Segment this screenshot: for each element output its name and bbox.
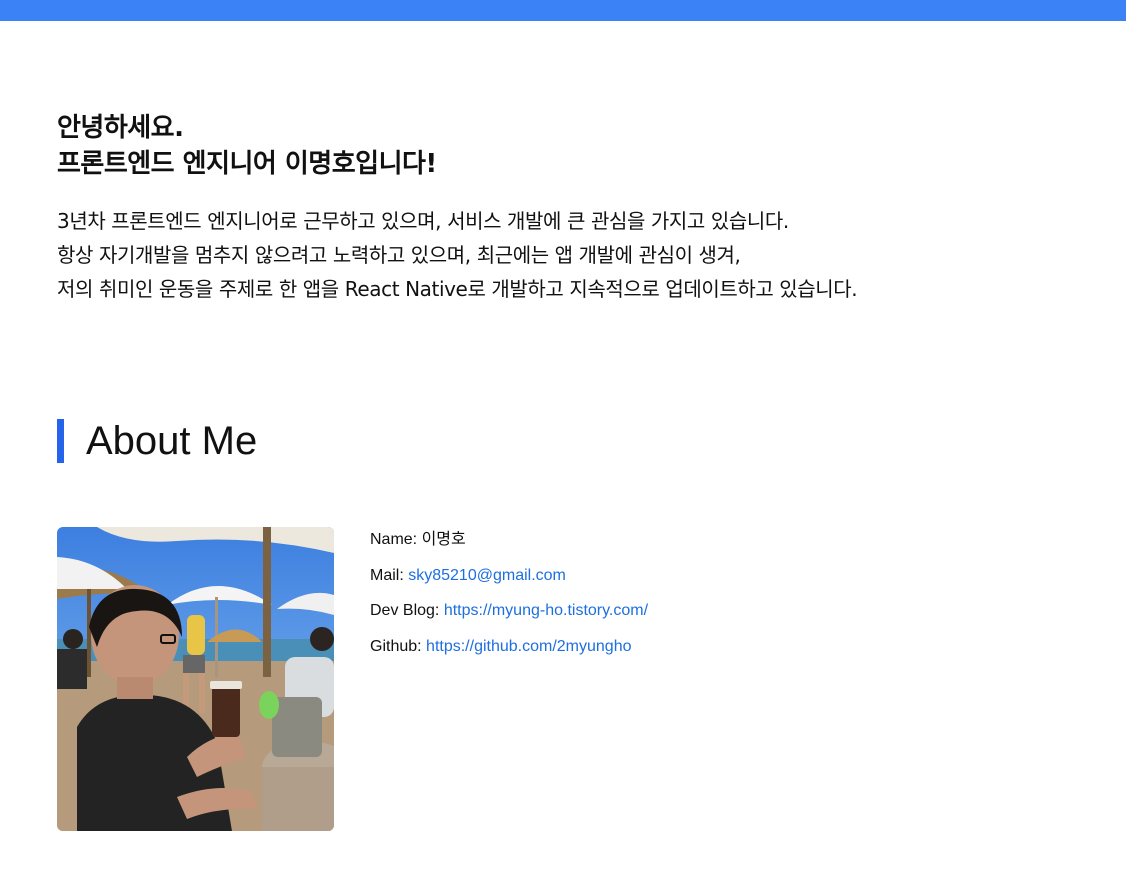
info-label: Mail: xyxy=(370,566,404,584)
section-title: About Me xyxy=(86,418,258,463)
info-label: Name: xyxy=(370,531,418,548)
heading-accent-bar xyxy=(57,419,64,463)
info-row-name: Name: 이명호 xyxy=(370,527,648,563)
intro-section: 안녕하세요. 프론트엔드 엔지니어 이명호입니다! 3년차 프론트엔드 엔지니어… xyxy=(57,110,1097,306)
bio-line: 3년차 프론트엔드 엔지니어로 근무하고 있으며, 서비스 개발에 큰 관심을 … xyxy=(57,209,789,233)
bio-line: 항상 자기개발을 멈추지 않으려고 노력하고 있으며, 최근에는 앱 개발에 관… xyxy=(57,243,741,267)
dev-blog-link[interactable]: https://myung-ho.tistory.com/ xyxy=(444,602,648,619)
profile-photo xyxy=(57,527,334,831)
info-row-dev-blog: Dev Blog: https://myung-ho.tistory.com/ xyxy=(370,598,648,634)
top-accent-bar xyxy=(0,0,1126,21)
mail-link[interactable]: sky85210@gmail.com xyxy=(408,567,566,584)
greeting-line-2: 프론트엔드 엔지니어 이명호입니다! xyxy=(57,149,437,179)
info-label: Github: xyxy=(370,637,422,655)
info-row-github: Github: https://github.com/2myungho xyxy=(370,634,648,670)
info-row-mail: Mail: sky85210@gmail.com xyxy=(370,563,648,599)
profile-info: Name: 이명호 Mail: sky85210@gmail.com Dev B… xyxy=(370,527,648,669)
greeting-heading: 안녕하세요. 프론트엔드 엔지니어 이명호입니다! xyxy=(57,110,1097,182)
about-me-heading: About Me xyxy=(57,419,257,463)
bio-line: 저의 취미인 운동을 주제로 한 앱을 React Native로 개발하고 지… xyxy=(57,277,858,301)
info-label: Dev Blog: xyxy=(370,602,440,619)
greeting-line-1: 안녕하세요. xyxy=(57,113,184,143)
info-value-name: 이명호 xyxy=(421,531,466,548)
github-link[interactable]: https://github.com/2myungho xyxy=(426,638,631,655)
bio-text: 3년차 프론트엔드 엔지니어로 근무하고 있으며, 서비스 개발에 큰 관심을 … xyxy=(57,204,1097,306)
